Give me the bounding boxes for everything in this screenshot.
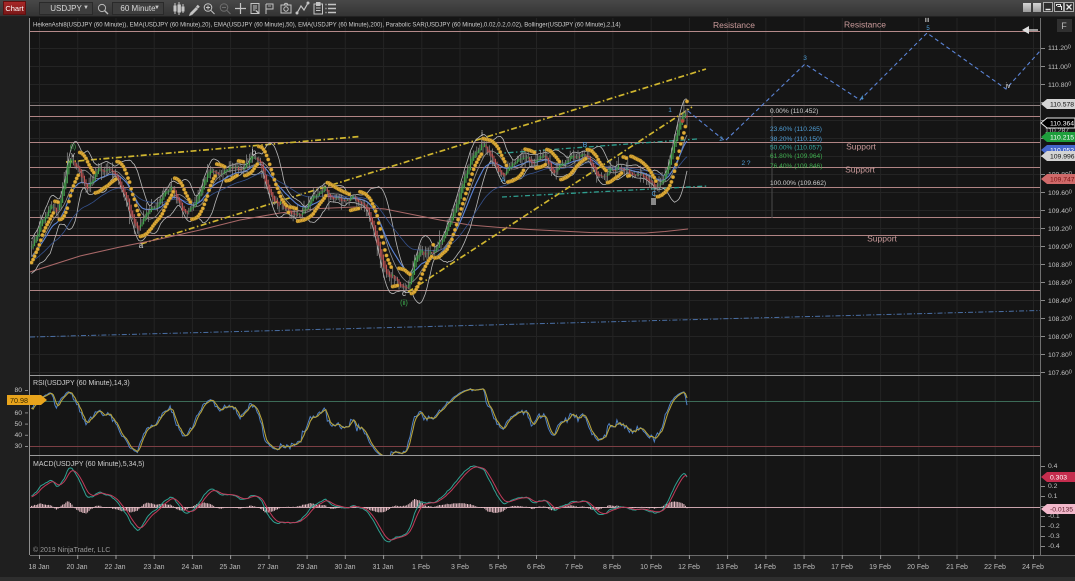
svg-text:20 Jan: 20 Jan <box>66 564 87 571</box>
svg-text:19 Feb: 19 Feb <box>869 564 891 571</box>
svg-text:0.4: 0.4 <box>1048 463 1058 470</box>
svg-text:108.600: 108.600 <box>1048 280 1072 288</box>
svg-text:111.000: 111.000 <box>1048 64 1071 72</box>
svg-text:RSI(USDJPY (60 Minute),14,3): RSI(USDJPY (60 Minute),14,3) <box>33 380 130 387</box>
svg-text:109.996: 109.996 <box>1050 154 1075 161</box>
svg-text:109.400: 109.400 <box>1048 208 1072 216</box>
svg-text:0.303: 0.303 <box>1050 475 1067 482</box>
svg-text:7 Feb: 7 Feb <box>565 564 583 571</box>
svg-text:0.00% (110.452): 0.00% (110.452) <box>770 108 818 115</box>
svg-text:2 ?: 2 ? <box>741 160 750 167</box>
svg-text:60: 60 <box>14 410 22 417</box>
svg-text:80: 80 <box>14 387 22 394</box>
svg-text:(ii): (ii) <box>400 300 408 307</box>
svg-text:50.00% (110.057): 50.00% (110.057) <box>770 145 822 152</box>
svg-text:0.1: 0.1 <box>1048 493 1058 500</box>
svg-text:C: C <box>651 191 656 198</box>
svg-text:110.578: 110.578 <box>1050 102 1074 109</box>
svg-text:iv: iv <box>1005 83 1011 90</box>
svg-text:2: 2 <box>719 136 723 143</box>
svg-text:23 Jan: 23 Jan <box>143 564 164 571</box>
svg-text:HeikenAshi8(USDJPY (60 Minute): HeikenAshi8(USDJPY (60 Minute)), EMA(USD… <box>33 23 621 29</box>
svg-text:107.600: 107.600 <box>1048 370 1072 378</box>
svg-text:3: 3 <box>803 55 807 62</box>
svg-text:-0.2: -0.2 <box>1048 523 1060 530</box>
svg-text:109.200: 109.200 <box>1048 226 1072 234</box>
svg-text:1 Feb: 1 Feb <box>412 564 430 571</box>
svg-text:109.600: 109.600 <box>1048 190 1072 198</box>
svg-text:31 Jan: 31 Jan <box>372 564 393 571</box>
svg-text:38.20% (110.150): 38.20% (110.150) <box>770 136 822 143</box>
svg-text:76.40% (109.846): 76.40% (109.846) <box>770 163 822 170</box>
svg-text:-0.3: -0.3 <box>1048 533 1060 540</box>
svg-text:15 Feb: 15 Feb <box>793 564 815 571</box>
svg-text:110.800: 110.800 <box>1048 82 1071 90</box>
svg-text:b: b <box>252 148 257 157</box>
svg-text:6 Feb: 6 Feb <box>527 564 545 571</box>
svg-text:29 Jan: 29 Jan <box>296 564 317 571</box>
svg-text:10 Feb: 10 Feb <box>640 564 662 571</box>
svg-text:40: 40 <box>14 432 22 439</box>
svg-text:A: A <box>501 177 506 184</box>
svg-text:21 Feb: 21 Feb <box>946 564 968 571</box>
svg-text:50: 50 <box>14 421 22 428</box>
svg-text:-0.1: -0.1 <box>1048 513 1060 520</box>
svg-text:14 Feb: 14 Feb <box>754 564 776 571</box>
svg-text:100.00% (109.662): 100.00% (109.662) <box>770 180 826 187</box>
svg-text:30: 30 <box>14 443 22 450</box>
svg-text:i: i <box>481 129 483 138</box>
svg-text:17 Feb: 17 Feb <box>831 564 853 571</box>
svg-text:25 Jan: 25 Jan <box>219 564 240 571</box>
svg-text:22 Feb: 22 Feb <box>984 564 1006 571</box>
svg-text:Support: Support <box>846 142 876 152</box>
svg-text:110.215: 110.215 <box>1050 135 1074 142</box>
svg-text:109.000: 109.000 <box>1048 244 1072 252</box>
svg-text:4: 4 <box>860 95 864 102</box>
svg-text:18 Jan: 18 Jan <box>28 564 49 571</box>
svg-text:13 Feb: 13 Feb <box>716 564 738 571</box>
svg-text:1: 1 <box>668 107 672 114</box>
svg-text:0.2: 0.2 <box>1048 483 1058 490</box>
svg-text:-0.0135: -0.0135 <box>1050 507 1073 514</box>
svg-text:30 Jan: 30 Jan <box>334 564 355 571</box>
svg-text:MACD(USDJPY (60 Minute),5,34,5: MACD(USDJPY (60 Minute),5,34,5) <box>33 461 145 468</box>
svg-text:(i): (i) <box>70 144 76 151</box>
svg-text:-0.4: -0.4 <box>1048 543 1060 550</box>
svg-text:© 2019 NinjaTrader, LLC: © 2019 NinjaTrader, LLC <box>33 546 110 554</box>
svg-text:108.800: 108.800 <box>1048 262 1072 270</box>
svg-text:109.747: 109.747 <box>1050 177 1075 184</box>
svg-text:v: v <box>71 152 75 159</box>
svg-text:Resistance: Resistance <box>844 20 886 30</box>
svg-text:a: a <box>139 241 144 250</box>
svg-text:3 Feb: 3 Feb <box>451 564 469 571</box>
svg-text:B: B <box>583 142 588 149</box>
svg-text:20 Feb: 20 Feb <box>907 564 929 571</box>
svg-text:5 Feb: 5 Feb <box>489 564 507 571</box>
svg-text:Support: Support <box>845 165 875 175</box>
svg-text:22 Jan: 22 Jan <box>104 564 125 571</box>
svg-text:108.200: 108.200 <box>1048 316 1072 324</box>
svg-text:c: c <box>402 289 406 298</box>
svg-text:23.60% (110.265): 23.60% (110.265) <box>770 126 822 133</box>
svg-text:F: F <box>1061 21 1067 31</box>
svg-text:8 Feb: 8 Feb <box>603 564 621 571</box>
svg-text:108.400: 108.400 <box>1048 298 1072 306</box>
svg-text:Support: Support <box>867 234 897 244</box>
svg-text:12 Feb: 12 Feb <box>678 564 700 571</box>
svg-text:110.364: 110.364 <box>1050 121 1074 128</box>
svg-text:61.80% (109.964): 61.80% (109.964) <box>770 153 822 160</box>
svg-text:iii: iii <box>925 17 930 24</box>
svg-text:24 Feb: 24 Feb <box>1022 564 1044 571</box>
svg-text:24 Jan: 24 Jan <box>181 564 202 571</box>
svg-text:107.800: 107.800 <box>1048 352 1072 360</box>
svg-text:111.200: 111.200 <box>1048 45 1071 53</box>
svg-text:108.000: 108.000 <box>1048 334 1072 342</box>
svg-text:70.98: 70.98 <box>10 396 28 405</box>
svg-text:27 Jan: 27 Jan <box>257 564 278 571</box>
svg-text:Resistance: Resistance <box>713 20 755 30</box>
